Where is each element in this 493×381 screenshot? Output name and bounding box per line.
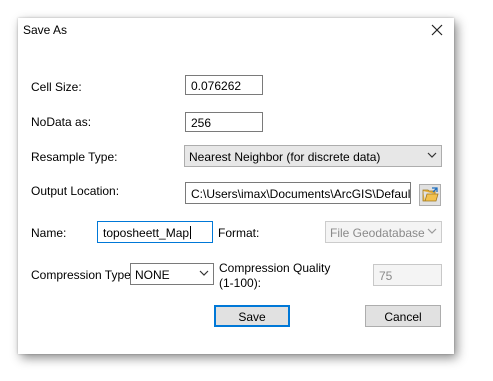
nodata-label: NoData as: — [31, 115, 92, 129]
compression-quality-label: Compression Quality — [219, 261, 331, 275]
save-button[interactable]: Save — [214, 305, 290, 327]
title-bar: Save As — [18, 18, 454, 44]
folder-open-icon — [420, 187, 440, 203]
chevron-down-icon — [427, 152, 437, 159]
close-icon — [426, 19, 448, 41]
resample-type-dropdown[interactable]: Nearest Neighbor (for discrete data) — [184, 145, 442, 167]
output-location-label: Output Location: — [31, 184, 120, 198]
name-input[interactable]: toposheett_Map — [97, 221, 213, 243]
chevron-down-icon — [199, 270, 209, 277]
format-label: Format: — [218, 226, 260, 240]
close-button[interactable] — [426, 19, 448, 41]
browse-output-location-button[interactable] — [419, 184, 441, 206]
dialog-title: Save As — [23, 23, 68, 37]
compression-type-label: Compression Type: — [31, 268, 135, 282]
compression-type-value: NONE — [135, 268, 170, 282]
compression-type-dropdown[interactable]: NONE — [130, 263, 214, 285]
output-location-input[interactable]: C:\Users\imax\Documents\ArcGIS\Default.g… — [185, 182, 411, 204]
name-label: Name: — [31, 226, 67, 240]
chevron-down-icon — [427, 228, 437, 235]
cell-size-label: Cell Size: — [31, 80, 82, 94]
format-dropdown[interactable]: File Geodatabase — [325, 221, 442, 243]
cell-size-input[interactable]: 0.076262 — [185, 75, 263, 95]
save-as-dialog: Save As Cell Size: 0.076262 NoData as: 2… — [18, 18, 454, 354]
name-input-value: toposheett_Map — [103, 226, 190, 240]
cancel-button[interactable]: Cancel — [365, 305, 441, 327]
resample-type-label: Resample Type: — [31, 150, 118, 164]
compression-quality-range-label: (1-100): — [219, 276, 262, 290]
nodata-input[interactable]: 256 — [185, 112, 263, 132]
text-caret — [190, 226, 192, 239]
resample-type-value: Nearest Neighbor (for discrete data) — [189, 150, 381, 164]
format-value: File Geodatabase — [330, 226, 425, 240]
compression-quality-input[interactable]: 75 — [373, 264, 442, 286]
